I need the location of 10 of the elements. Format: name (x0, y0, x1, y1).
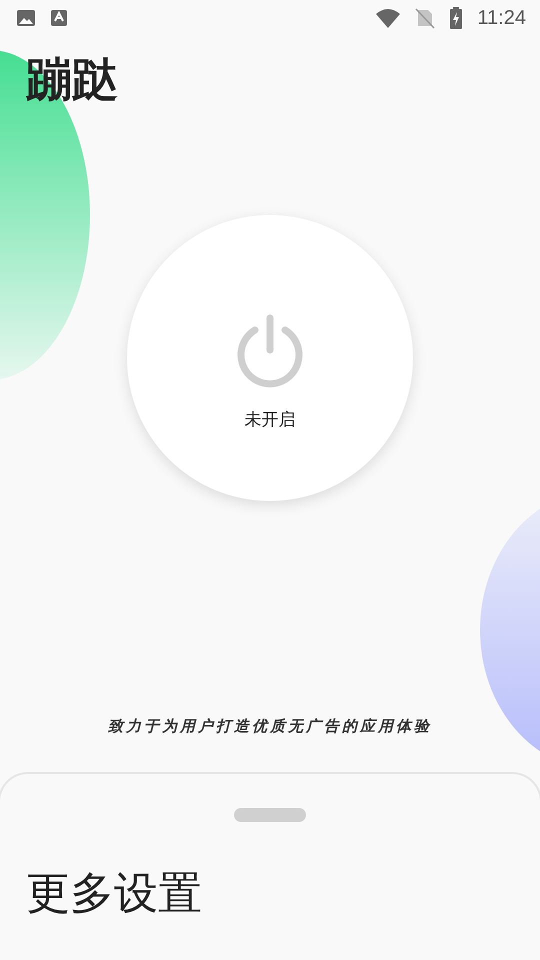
wifi-icon (375, 7, 402, 29)
status-time: 11:24 (477, 6, 526, 30)
keyboard-icon (50, 8, 68, 28)
battery-charging-icon (449, 6, 464, 30)
tagline: 致力于为用户打造优质无广告的应用体验 (107, 717, 433, 736)
image-icon (16, 8, 36, 28)
power-button[interactable]: 未开启 (127, 214, 413, 501)
drag-handle[interactable] (234, 808, 306, 822)
no-sim-icon (415, 7, 436, 29)
sheet-title: 更多设置 (26, 867, 203, 921)
